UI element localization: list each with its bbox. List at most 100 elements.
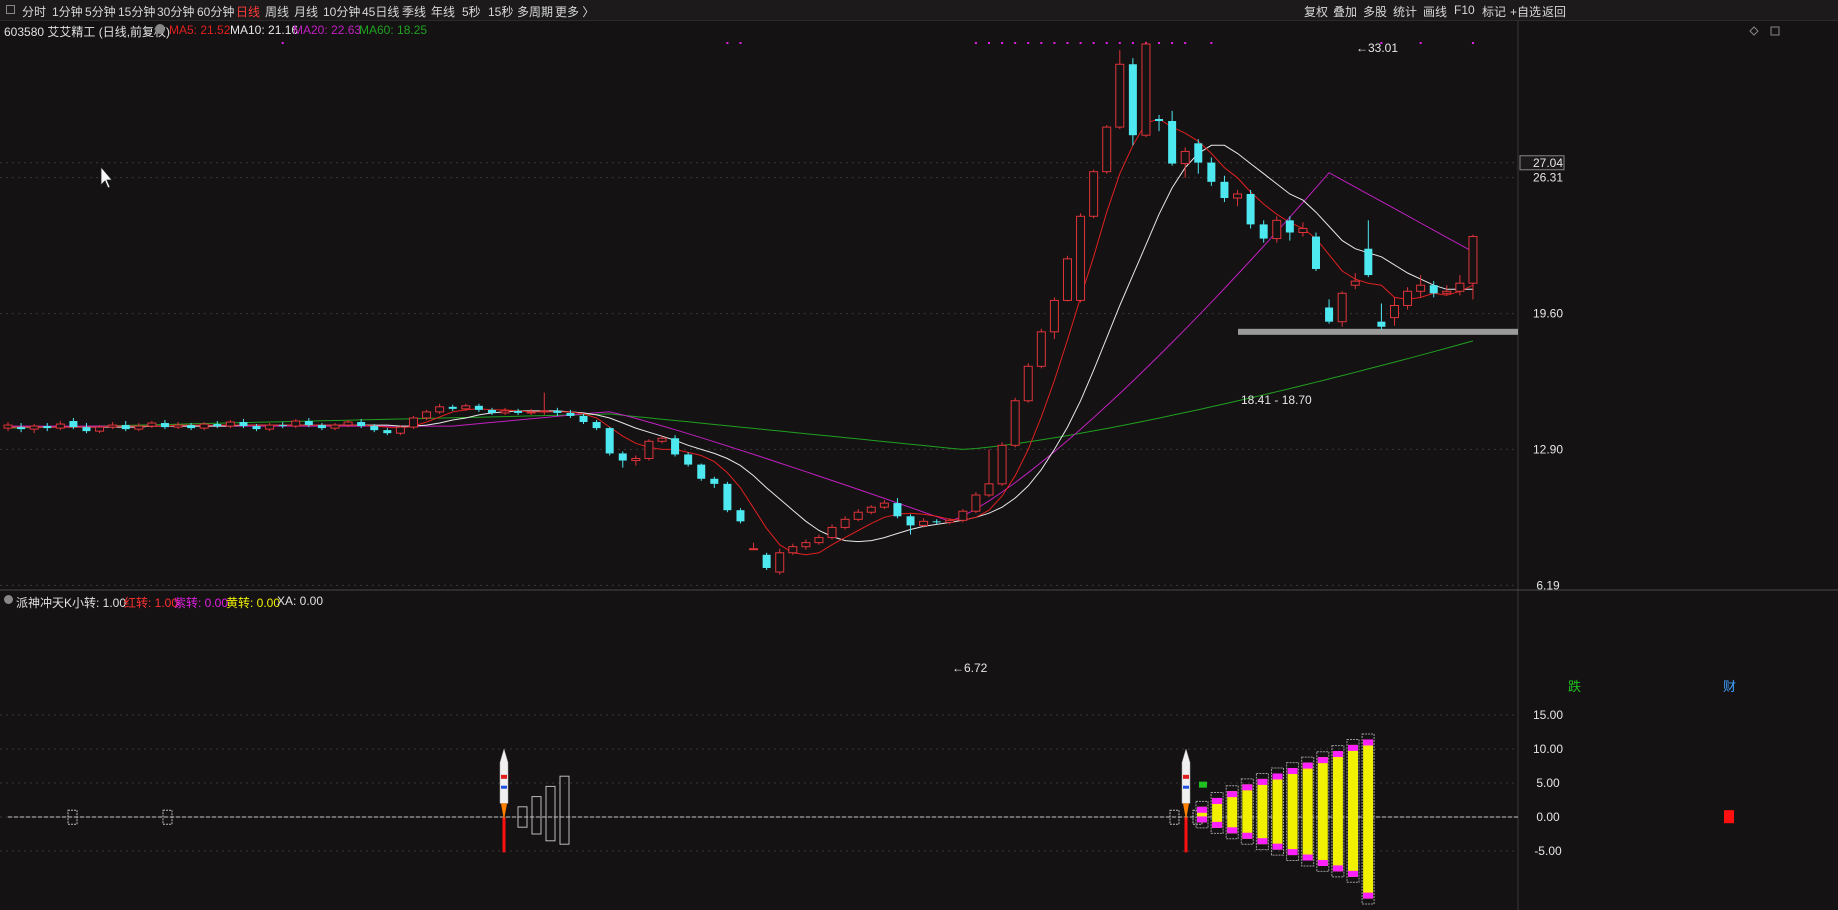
indicator-current-red-box: [1724, 810, 1734, 824]
signal-dot: [1040, 42, 1043, 44]
rocket-icon-flame: [1183, 803, 1189, 821]
candle-body: [500, 410, 510, 414]
candle-body: [919, 520, 929, 526]
candle-body: [1442, 290, 1452, 294]
rocket-icon-window: [501, 785, 507, 789]
candle-body: [1455, 282, 1465, 292]
candle-body: [291, 420, 301, 427]
candle-body: [671, 438, 680, 455]
candle-body: [225, 421, 235, 427]
candle-body: [1049, 299, 1059, 333]
candle-body: [814, 537, 824, 544]
candle-body: [657, 437, 667, 442]
price-axis-label: 19.60: [1533, 307, 1563, 321]
candle-body: [1141, 43, 1151, 136]
signal-dot: [1210, 42, 1213, 44]
candle-body: [1403, 290, 1413, 306]
indicator-settings-icon[interactable]: [4, 595, 13, 604]
candle-body: [304, 421, 313, 426]
indicator-magenta-cap: [1227, 791, 1238, 798]
candle-body: [644, 440, 654, 460]
signal-dot: [1092, 42, 1095, 44]
indicator-yellow-bar: [1272, 773, 1283, 850]
ma5-line: [8, 118, 1474, 556]
indicator-small: 小转: 1.00: [72, 596, 127, 610]
candle-body: [1350, 280, 1360, 286]
candle-body: [29, 425, 39, 430]
rocket-icon-window: [1183, 785, 1189, 789]
candle-body: [697, 464, 706, 479]
indicator-yellow-bar: [1257, 778, 1268, 845]
candle-body: [1233, 193, 1243, 199]
candle-body: [461, 405, 471, 410]
candle-body: [173, 424, 183, 428]
rocket-icon-band: [1183, 774, 1189, 779]
indicator-axis-label: 15.00: [1533, 708, 1563, 722]
indicator-yellow: 黄转: 0.00: [226, 596, 281, 610]
indicator-magenta-base: [1332, 865, 1343, 872]
price-axis-label: 26.31: [1533, 171, 1563, 185]
diamond-icon[interactable]: [1749, 26, 1759, 36]
candle-body: [395, 426, 405, 434]
ma60-label: MA60: 18.25: [359, 23, 428, 37]
indicator-axis-label: -5.00: [1534, 844, 1562, 858]
candle-body: [1155, 118, 1164, 122]
stock-title: 603580 艾艾精工 (日线,前复权): [4, 25, 171, 39]
candle-body: [539, 410, 549, 413]
event-marker-finance: 财: [1723, 679, 1736, 694]
main-legend: 603580 艾艾精工 (日线,前复权) MA5: 21.52 MA10: 21…: [4, 23, 524, 39]
indicator-magenta-base: [1272, 843, 1283, 850]
signal-dot: [1471, 42, 1474, 44]
candle-body: [958, 510, 968, 521]
indicator-magenta-base: [1348, 870, 1358, 877]
candle-body: [1036, 331, 1046, 367]
candle-body: [997, 444, 1007, 485]
candle-body: [1168, 121, 1177, 164]
indicator-magenta-cap: [1287, 768, 1298, 775]
candle-body: [932, 521, 941, 523]
candle-body: [252, 426, 261, 430]
signal-dot: [281, 42, 284, 44]
indicator-magenta-cap: [1212, 797, 1223, 804]
indicator-magenta-cap: [1317, 757, 1328, 764]
indicator-magenta-cap: [1257, 778, 1268, 785]
indicator-magenta-base: [1212, 821, 1223, 828]
candle-body: [618, 453, 627, 461]
candle-body: [1062, 258, 1072, 301]
candle-body: [762, 554, 771, 568]
indicator-yellow-bar: [1317, 757, 1328, 866]
signal-dot: [1079, 42, 1082, 44]
indicator-magenta-base: [1287, 849, 1298, 856]
indicator-yellow-bar: [1227, 791, 1238, 834]
signal-dot: [974, 42, 977, 44]
candle-body: [553, 410, 562, 413]
indicator-magenta-base: [1257, 838, 1268, 845]
candle-body: [121, 425, 130, 430]
indicator-magenta-base: [1317, 859, 1328, 866]
signal-dot: [726, 42, 729, 44]
ma5-label: MA5: 21.52: [169, 23, 231, 37]
candle-body: [408, 417, 418, 428]
candle-body: [474, 405, 483, 410]
candle-body: [684, 454, 693, 465]
signal-dot: [1158, 42, 1161, 44]
mouse-cursor-icon: [100, 165, 113, 189]
candle-body: [592, 422, 601, 429]
expand-icon[interactable]: [1770, 26, 1780, 36]
candle-body: [1207, 162, 1216, 182]
settings-dot-icon[interactable]: [155, 24, 165, 34]
candle-body: [1259, 224, 1268, 239]
candle-body: [187, 425, 196, 429]
rocket-icon-band: [501, 774, 507, 779]
kline-chart[interactable]: 27.0426.31 19.60 12.90 6.19 ←33.01 ←6.72 18.41…: [0, 0, 1838, 910]
indicator-magenta-cap: [1332, 751, 1343, 758]
price-axis-label: 12.90: [1533, 442, 1563, 456]
signal-dot: [739, 42, 742, 44]
candle-body: [370, 426, 379, 431]
ma20-label: MA20: 22.63: [293, 23, 362, 37]
candle-body: [55, 423, 65, 429]
signal-dot: [1184, 42, 1187, 44]
candle-body: [343, 421, 353, 426]
candle-body: [1272, 219, 1282, 240]
indicator-magenta-cap: [1197, 806, 1207, 813]
